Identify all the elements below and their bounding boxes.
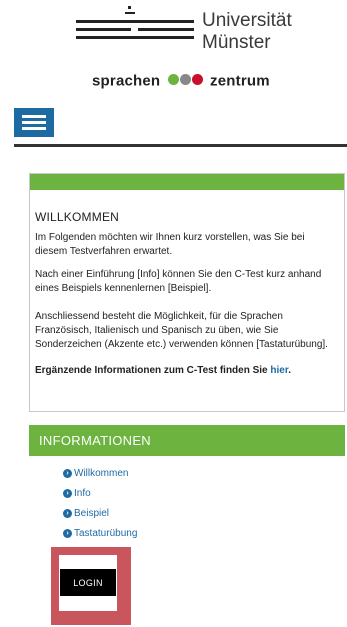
welcome-panel-header [30,174,344,190]
nav-item-willkommen[interactable]: › Willkommen [63,466,137,486]
welcome-paragraph-1: Im Folgenden möchten wir Ihnen kurz vors… [35,232,305,257]
nav-item-info[interactable]: › Info [63,486,137,506]
welcome-paragraph-2: Nach einer Einführung [Info] können Sie … [35,269,322,294]
welcome-panel: WILLKOMMEN Im Folgenden möchten wir Ihne… [29,173,345,412]
site-logo[interactable]: Universität Münster sprachen zentrum [0,0,347,100]
welcome-paragraph-3: Anschliessend besteht die Möglichkeit, f… [35,311,328,350]
welcome-title: WILLKOMMEN [35,210,120,224]
arrow-circle-icon: › [63,529,72,538]
university-name: Universität Münster [202,10,292,53]
login-button[interactable]: LOGIN [60,569,116,596]
logo-dots-icon [167,72,204,89]
login-highlight-frame: LOGIN [51,547,131,625]
more-info-text: Ergänzende Informationen zum C-Test find… [35,365,291,376]
university-emblem-icon [76,6,194,39]
nav-item-beispiel[interactable]: › Beispiel [63,506,137,526]
arrow-circle-icon: › [63,489,72,498]
informationen-nav: › Willkommen › Info › Beispiel › Tastaturübu… [63,466,137,546]
zentrum-text: zentrum [210,72,270,90]
arrow-circle-icon: › [63,469,72,478]
arrow-circle-icon: › [63,509,72,518]
nav-item-tastaturuebung[interactable]: › Tastaturübung [63,526,137,546]
more-info-link[interactable]: hier [270,365,288,376]
sprachen-text: sprachen [92,72,161,90]
hamburger-menu-button[interactable] [14,108,54,137]
header-divider [14,144,347,147]
sprachenzentrum-logo: sprachen zentrum [92,72,270,91]
informationen-header: INFORMATIONEN [29,425,345,456]
